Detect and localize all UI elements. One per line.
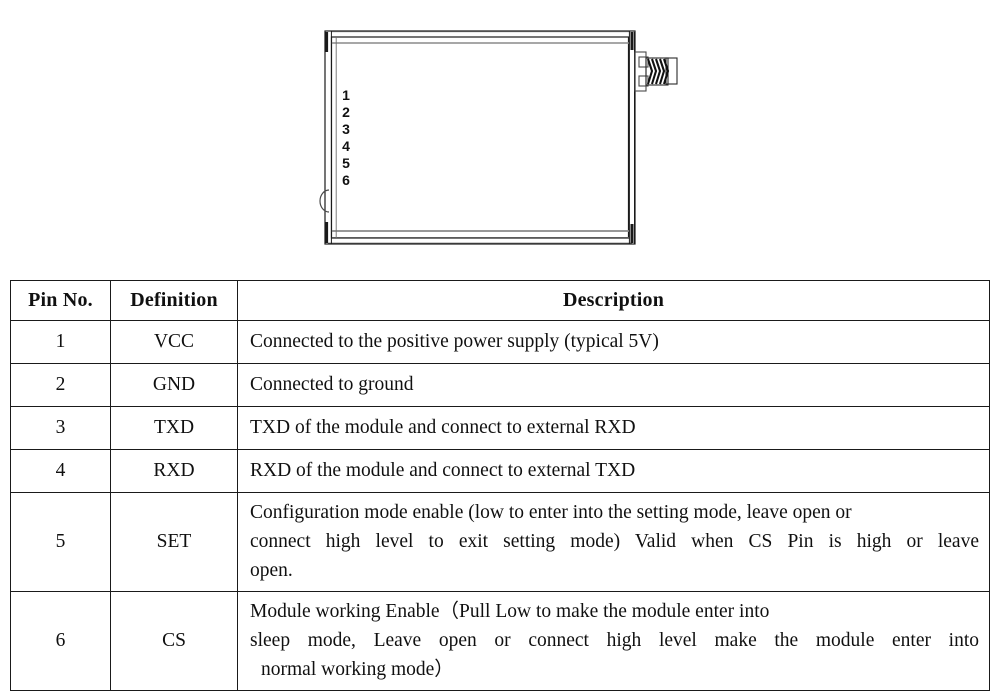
description-line: Module working Enable（Pull Low to make t… (250, 601, 770, 622)
pin-label-4: 4 (342, 138, 350, 154)
cell-pin-number: 2 (10, 363, 111, 407)
cell-description: RXD of the module and connect to externa… (237, 449, 990, 493)
description-line: Configuration mode enable (low to enter … (250, 502, 852, 523)
pin-definition-table: Pin No. Definition Description 1 VCC Conne… (10, 280, 990, 691)
pin-label-2: 2 (342, 104, 350, 120)
pin-label-5: 5 (342, 155, 350, 171)
description-line: normal working mode） (261, 659, 454, 680)
cell-description: TXD of the module and connect to externa… (237, 406, 990, 450)
description-line: sleep mode, Leave open or connect high l… (250, 630, 979, 651)
cell-definition: SET (110, 492, 238, 592)
cell-pin-number: 6 (10, 591, 111, 691)
cell-description: Connected to the positive power supply (… (237, 320, 990, 364)
module-right-edge (628, 31, 636, 244)
description-line: connect high level to exit setting mode)… (250, 531, 979, 552)
pin-label-1: 1 (342, 87, 350, 103)
description-line: open. (250, 560, 293, 581)
cell-definition: GND (110, 363, 238, 407)
table-row: 6 CS Module working Enable（Pull Low to mak… (10, 591, 990, 691)
cell-pin-number: 5 (10, 492, 111, 592)
cell-definition: CS (110, 591, 238, 691)
description-line-group: Module working Enable（Pull Low to make t… (250, 592, 979, 690)
cell-pin-number: 3 (10, 406, 111, 450)
cell-description: Connected to ground (237, 363, 990, 407)
description-line-group: Configuration mode enable (low to enter … (250, 493, 979, 591)
table-row: 2 GND Connected to ground (10, 363, 990, 407)
module-bottom-flange (328, 230, 632, 244)
cell-definition: VCC (110, 320, 238, 364)
table-row: 1 VCC Connected to the positive power supp… (10, 320, 990, 364)
pin-label-3: 3 (342, 121, 350, 137)
table-row: 3 TXD TXD of the module and connect to ext… (10, 406, 990, 450)
table-row: 4 RXD RXD of the module and connect to ext… (10, 449, 990, 493)
connector-thread-hatch (646, 58, 670, 85)
pin-label-6: 6 (342, 172, 350, 188)
cell-pin-number: 4 (10, 449, 111, 493)
column-header-definition: Definition (110, 280, 238, 321)
table-row: 5 SET Configuration mode enable (low to en… (10, 492, 990, 592)
cell-pin-number: 1 (10, 320, 111, 364)
module-outer-body (324, 30, 636, 245)
table-header-row: Pin No. Definition Description (10, 280, 990, 321)
cell-definition: TXD (110, 406, 238, 450)
module-diagram: 1 2 3 4 5 6 (0, 0, 1000, 272)
module-top-view-drawing: 1 2 3 4 5 6 (319, 30, 678, 245)
cell-description: Configuration mode enable (low to enter … (237, 492, 990, 592)
pin-number-labels: 1 2 3 4 5 6 (342, 87, 350, 188)
cell-description: Module working Enable（Pull Low to make t… (237, 591, 990, 691)
cell-definition: RXD (110, 449, 238, 493)
sma-antenna-connector (645, 57, 678, 86)
module-inner-body (330, 36, 630, 239)
column-header-pin-no: Pin No. (10, 280, 111, 321)
column-header-description: Description (237, 280, 990, 321)
